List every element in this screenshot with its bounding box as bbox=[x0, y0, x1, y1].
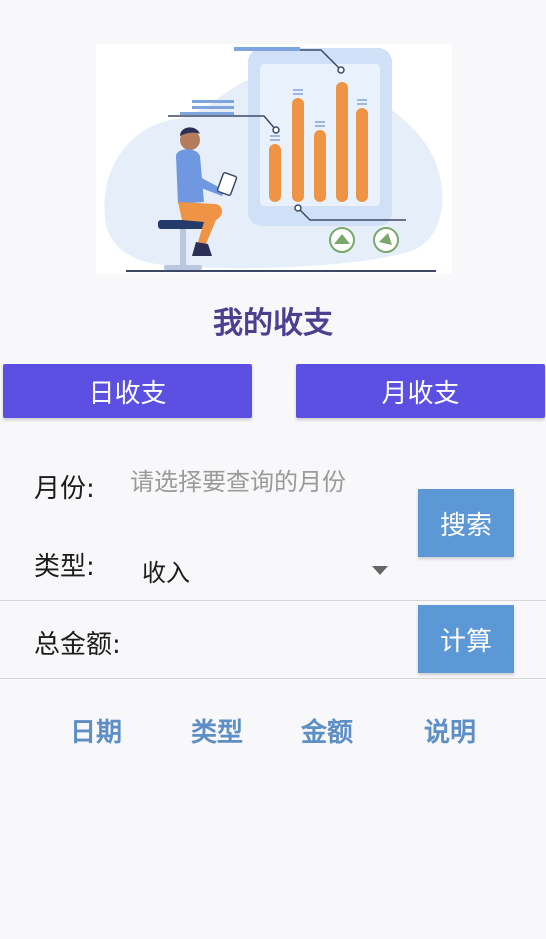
type-dropdown[interactable]: 收入 bbox=[130, 550, 392, 590]
divider bbox=[0, 678, 546, 679]
column-header-note: 说明 bbox=[424, 718, 477, 748]
search-button[interactable]: 搜索 bbox=[418, 489, 514, 557]
dropdown-arrow-icon bbox=[372, 566, 388, 575]
page-title: 我的收支 bbox=[213, 306, 333, 341]
month-label: 月份: bbox=[34, 474, 95, 504]
calculate-button[interactable]: 计算 bbox=[418, 605, 514, 673]
divider bbox=[0, 600, 546, 601]
monthly-income-expense-button[interactable]: 月收支 bbox=[296, 364, 545, 418]
finance-illustration bbox=[96, 44, 452, 274]
month-input[interactable] bbox=[130, 462, 400, 502]
column-header-type: 类型 bbox=[191, 718, 244, 748]
type-selected-value: 收入 bbox=[142, 558, 190, 587]
column-header-date: 日期 bbox=[70, 718, 123, 748]
column-header-amount: 金额 bbox=[301, 718, 354, 748]
daily-income-expense-button[interactable]: 日收支 bbox=[3, 364, 252, 418]
type-label: 类型: bbox=[34, 552, 95, 582]
page: 我的收支 日收支 月收支 月份: 类型: 收入 搜索 总金额: 计算 日期 类型… bbox=[0, 0, 546, 939]
total-amount-label: 总金额: bbox=[34, 630, 121, 660]
